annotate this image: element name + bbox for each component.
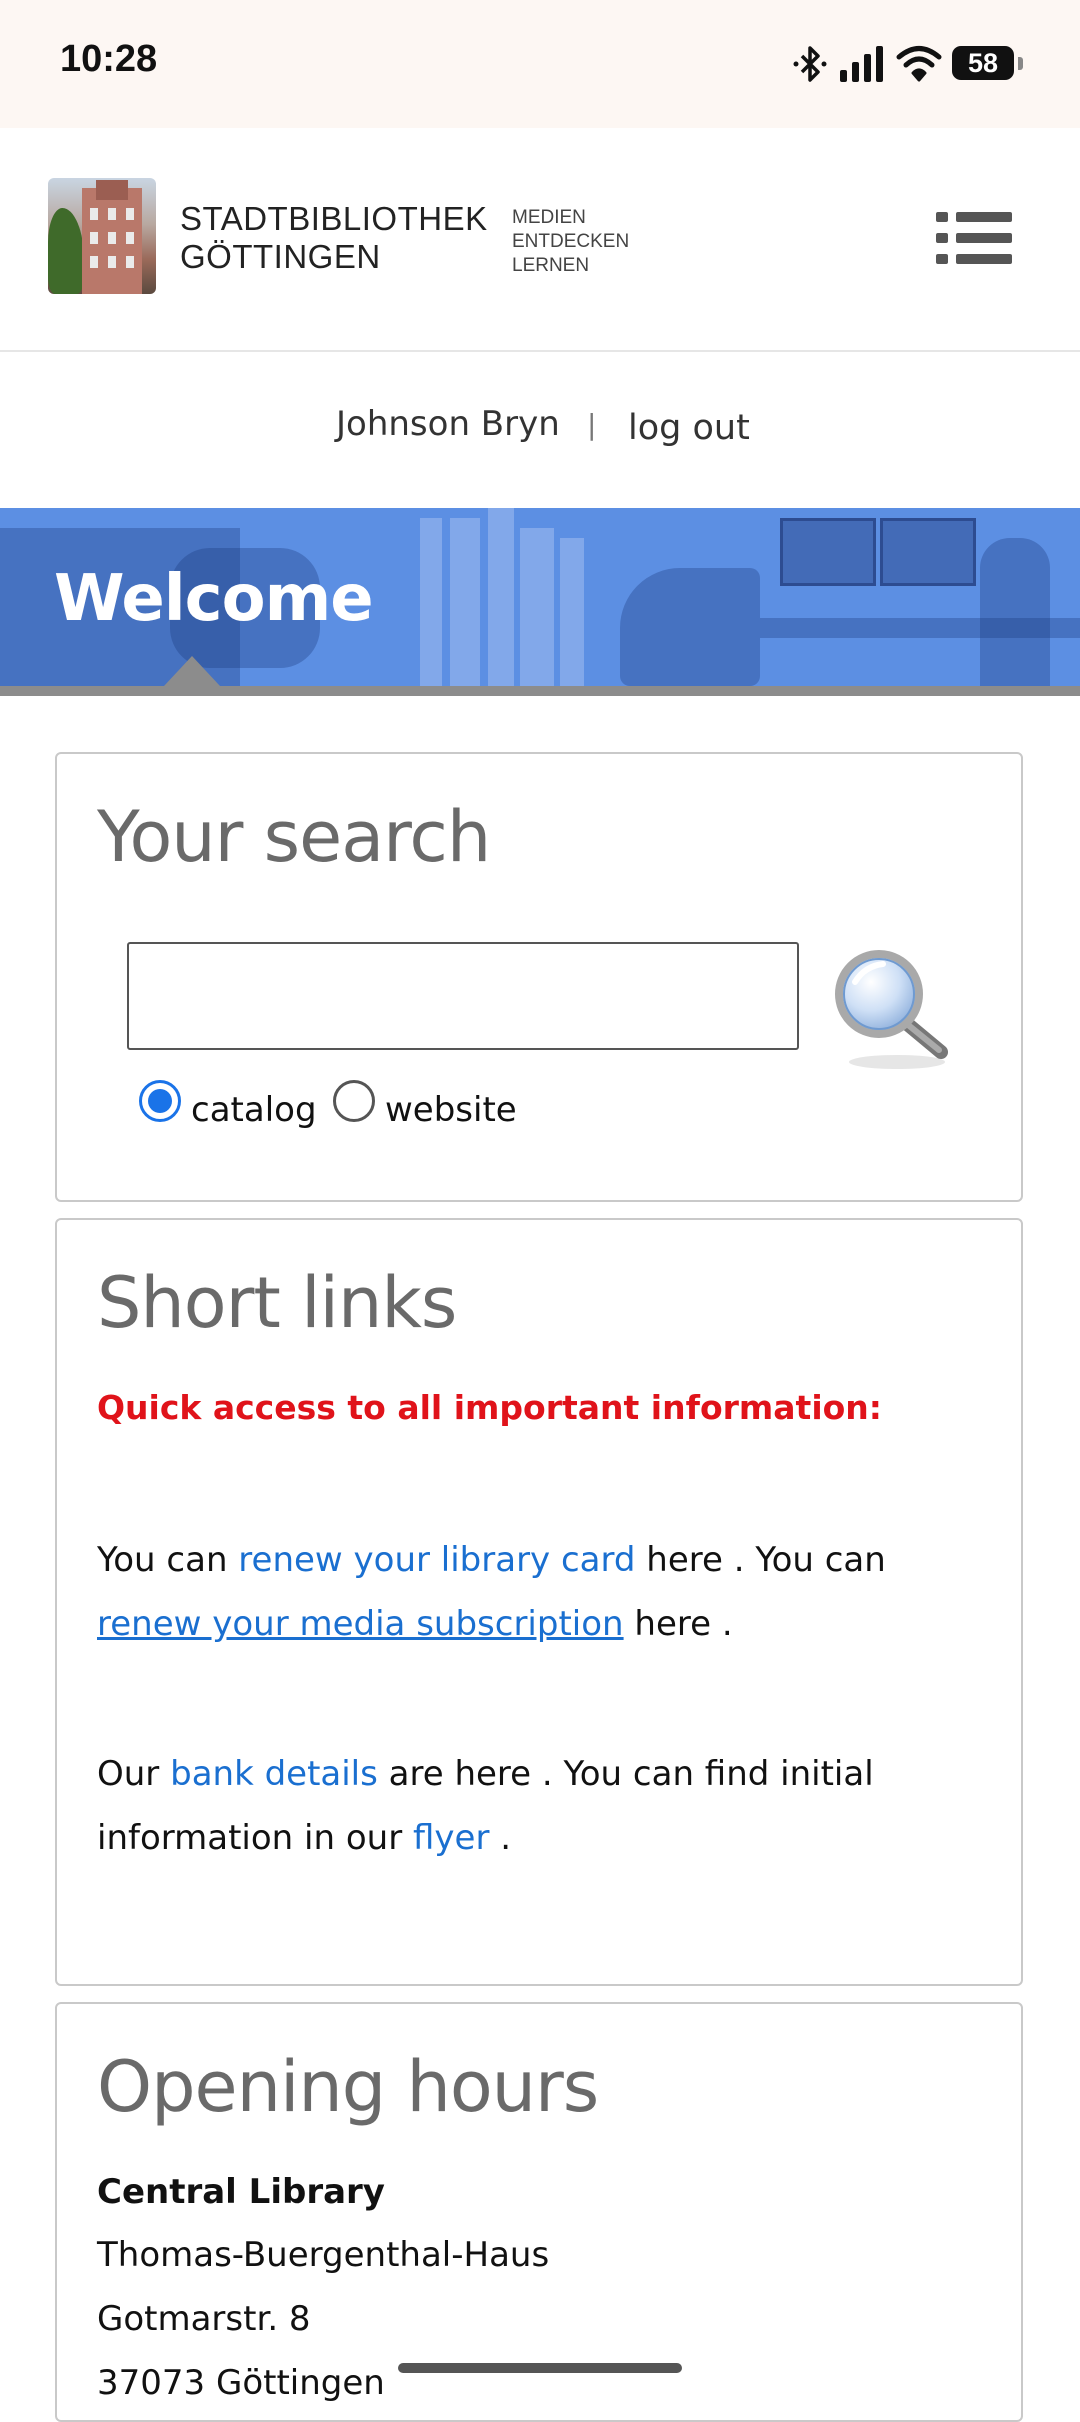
banner-divider <box>0 686 1080 696</box>
battery-icon: 58 <box>952 46 1023 80</box>
tagline-word: MEDIEN <box>512 207 586 228</box>
signal-icon <box>840 46 883 82</box>
text: here . <box>623 1604 733 1644</box>
short-links-panel: Short links Quick access to all importan… <box>55 1218 1023 1986</box>
brand-line-2: GÖTTINGEN <box>180 238 381 275</box>
bank-details-link[interactable]: bank details <box>170 1754 378 1794</box>
bluetooth-icon <box>793 46 827 82</box>
address-line: 37073 Göttingen <box>97 2363 385 2403</box>
user-separator: | <box>587 408 597 441</box>
user-bar: Johnson Bryn | log out <box>0 352 1080 508</box>
opening-hours-panel: Opening hours Central Library Thomas-Bue… <box>55 2002 1023 2422</box>
logout-link[interactable]: log out <box>628 408 750 448</box>
battery-level: 58 <box>967 48 999 78</box>
address-line: Gotmarstr. 8 <box>97 2299 311 2339</box>
banner-notch <box>164 656 220 686</box>
search-heading: Your search <box>97 796 491 878</box>
tagline-word: ENTDECKEN <box>512 231 630 252</box>
hamburger-list-icon[interactable] <box>934 208 1014 268</box>
text: . <box>489 1818 512 1858</box>
wifi-icon <box>896 46 942 82</box>
search-input[interactable] <box>127 942 799 1050</box>
search-scope: catalog website <box>139 1080 839 1130</box>
renew-library-card-link[interactable]: renew your library card <box>238 1540 635 1580</box>
info-paragraph: Our bank details are here . You can find… <box>97 1742 997 1870</box>
user-name: Johnson Bryn <box>336 404 560 444</box>
home-indicator[interactable] <box>398 2363 682 2373</box>
radio-website-label: website <box>385 1090 517 1130</box>
text: You can <box>97 1540 239 1580</box>
quick-access-notice: Quick access to all important informatio… <box>97 1388 882 1427</box>
address-line: Thomas-Buergenthal-Haus <box>97 2235 550 2275</box>
magnifier-icon[interactable] <box>827 944 957 1074</box>
tagline: MEDIEN ENTDECKEN LERNEN <box>512 206 629 278</box>
location-name: Central Library <box>97 2172 385 2212</box>
library-building-logo[interactable] <box>48 178 156 294</box>
radio-website[interactable] <box>333 1080 375 1122</box>
banner-title: Welcome <box>54 562 374 636</box>
radio-catalog-label: catalog <box>191 1090 317 1130</box>
text: Our <box>97 1754 171 1794</box>
site-header: STADTBIBLIOTHEK GÖTTINGEN MEDIEN ENTDECK… <box>0 128 1080 352</box>
status-icons: 58 <box>790 44 1030 84</box>
short-links-heading: Short links <box>97 1262 457 1344</box>
opening-hours-heading: Opening hours <box>97 2046 599 2128</box>
renew-media-subscription-link[interactable]: renew your media subscription <box>97 1604 624 1644</box>
flyer-link[interactable]: flyer <box>413 1818 489 1858</box>
text: here . You can <box>635 1540 886 1580</box>
status-time: 10:28 <box>60 38 158 80</box>
brand-name[interactable]: STADTBIBLIOTHEK GÖTTINGEN <box>180 200 488 276</box>
tagline-word: LERNEN <box>512 255 590 276</box>
search-panel: Your search catalog website <box>55 752 1023 1202</box>
renew-paragraph: You can renew your library card here . Y… <box>97 1528 997 1656</box>
status-bar: 10:28 58 <box>0 0 1080 128</box>
welcome-banner: Welcome <box>0 508 1080 686</box>
radio-catalog[interactable] <box>139 1080 181 1122</box>
brand-line-1: STADTBIBLIOTHEK <box>180 200 488 237</box>
